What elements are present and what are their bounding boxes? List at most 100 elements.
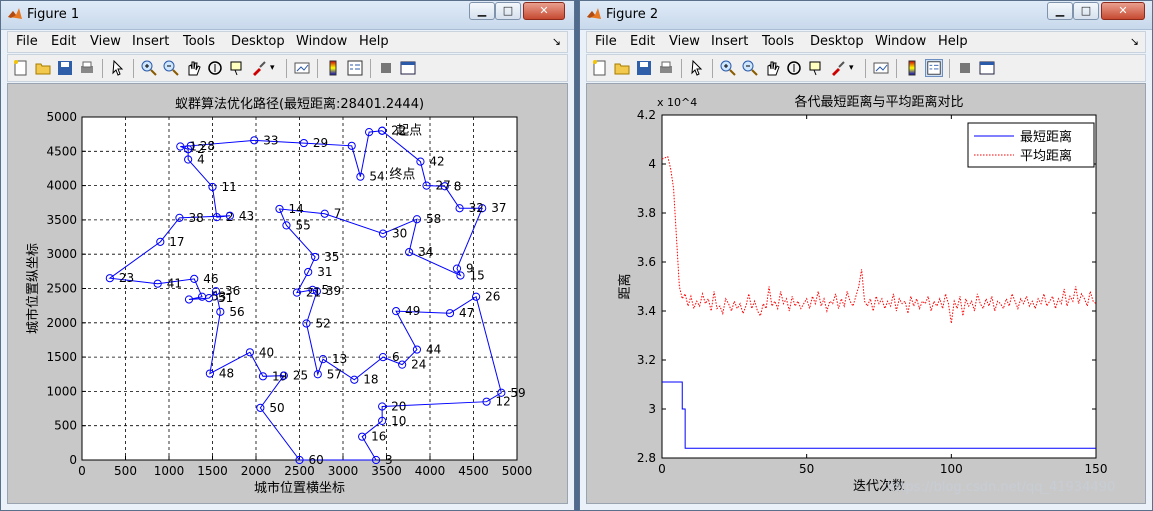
city-label: 29 — [313, 136, 328, 150]
hide-plot-tools-icon[interactable] — [956, 59, 974, 77]
menu-edit[interactable]: Edit — [51, 34, 76, 49]
x-tick-label: 1500 — [197, 464, 228, 478]
close-button[interactable]: ✕ — [523, 2, 565, 20]
city-label: 37 — [491, 201, 506, 215]
save-icon[interactable] — [635, 59, 653, 77]
save-icon[interactable] — [56, 59, 74, 77]
city-label: 52 — [315, 316, 330, 330]
menu-window[interactable]: Window — [296, 34, 347, 49]
city-label: 19 — [272, 369, 287, 383]
new-figure-icon[interactable] — [12, 59, 30, 77]
toolbar-separator — [133, 59, 134, 78]
city-label: 16 — [371, 430, 386, 444]
brush-dropdown-icon[interactable]: ▾ — [270, 59, 278, 77]
toolbar-separator — [712, 59, 713, 78]
open-file-icon[interactable] — [34, 59, 52, 77]
minimize-button[interactable]: ▁ — [1047, 2, 1073, 20]
zoom-out-icon[interactable] — [162, 59, 180, 77]
menu-file[interactable]: File — [16, 34, 38, 49]
figure1-window: Figure 1 ▁ □ ✕ File Edit View Insert Too… — [0, 0, 575, 511]
menu-edit[interactable]: Edit — [630, 34, 655, 49]
brush-icon[interactable] — [829, 59, 847, 77]
city-label: 34 — [418, 245, 433, 259]
print-icon[interactable] — [78, 59, 96, 77]
figure2-toolbar: ▾ — [586, 54, 1146, 82]
menu-insert[interactable]: Insert — [711, 34, 748, 49]
plot-title: 各代最短距离与平均距离对比 — [794, 94, 963, 110]
data-cursor-icon[interactable] — [228, 59, 246, 77]
y-exponent-label: x 10^4 — [657, 96, 697, 109]
new-figure-icon[interactable] — [591, 59, 609, 77]
city-label: 5 — [322, 283, 330, 297]
toolbar-separator — [370, 59, 371, 78]
brush-dropdown-icon[interactable]: ▾ — [849, 59, 857, 77]
hide-plot-tools-icon[interactable] — [377, 59, 395, 77]
toolbar-separator — [681, 59, 682, 78]
show-plot-tools-icon[interactable] — [978, 59, 996, 77]
figure1-title: Figure 1 — [27, 7, 80, 22]
menu-file[interactable]: File — [595, 34, 617, 49]
legend-label: 平均距离 — [1020, 148, 1072, 164]
menu-dock-arrow-icon[interactable]: ↘ — [1130, 35, 1139, 48]
menu-tools[interactable]: Tools — [762, 34, 794, 49]
link-plot-icon[interactable] — [293, 59, 311, 77]
pan-hand-icon[interactable] — [763, 59, 781, 77]
x-tick-label: 4500 — [458, 464, 489, 478]
data-cursor-icon[interactable] — [807, 59, 825, 77]
city-label: 18 — [363, 373, 378, 387]
matlab-logo-icon — [587, 8, 601, 19]
maximize-button[interactable]: □ — [495, 2, 521, 20]
zoom-in-icon[interactable] — [140, 59, 158, 77]
toolbar-separator — [865, 59, 866, 78]
print-icon[interactable] — [657, 59, 675, 77]
y-tick-label: 3.4 — [637, 304, 656, 318]
menu-view[interactable]: View — [669, 34, 700, 49]
y-tick-label: 4.2 — [637, 108, 656, 122]
menu-dock-arrow-icon[interactable]: ↘ — [552, 35, 561, 48]
city-label: 54 — [369, 170, 384, 184]
link-plot-icon[interactable] — [872, 59, 890, 77]
menu-insert[interactable]: Insert — [132, 34, 169, 49]
x-tick-label: 1000 — [154, 464, 185, 478]
show-plot-tools-icon[interactable] — [399, 59, 417, 77]
pan-hand-icon[interactable] — [184, 59, 202, 77]
edit-plot-arrow-icon[interactable] — [109, 59, 127, 77]
rotate-3d-icon[interactable] — [206, 59, 224, 77]
edit-plot-arrow-icon[interactable] — [688, 59, 706, 77]
x-tick-label: 5000 — [502, 464, 533, 478]
city-label: 26 — [485, 290, 500, 304]
city-label: 9 — [466, 262, 474, 276]
legend-icon[interactable] — [925, 59, 943, 77]
menu-desktop[interactable]: Desktop — [810, 34, 864, 49]
minimize-button[interactable]: ▁ — [469, 2, 495, 20]
menu-view[interactable]: View — [90, 34, 121, 49]
colorbar-icon[interactable] — [324, 59, 342, 77]
menu-desktop[interactable]: Desktop — [231, 34, 285, 49]
menu-window[interactable]: Window — [875, 34, 926, 49]
rotate-3d-icon[interactable] — [785, 59, 803, 77]
menu-help[interactable]: Help — [938, 34, 968, 49]
city-label: 50 — [269, 401, 284, 415]
menu-tools[interactable]: Tools — [183, 34, 215, 49]
x-tick-label: 0 — [78, 464, 86, 478]
zoom-in-icon[interactable] — [719, 59, 737, 77]
city-label: 10 — [391, 414, 406, 428]
open-file-icon[interactable] — [613, 59, 631, 77]
legend-icon[interactable] — [346, 59, 364, 77]
close-button[interactable]: ✕ — [1101, 2, 1145, 20]
zoom-out-icon[interactable] — [741, 59, 759, 77]
city-label: 23 — [119, 271, 134, 285]
city-label: 56 — [229, 305, 244, 319]
city-label: 58 — [426, 212, 441, 226]
legend-label: 最短距离 — [1020, 129, 1072, 145]
watermark: https://blog.csdn.net/qq_41934490 — [887, 480, 1116, 495]
figure1-titlebar[interactable]: Figure 1 ▁ □ ✕ — [1, 1, 574, 30]
menu-help[interactable]: Help — [359, 34, 389, 49]
x-axis-label: 城市位置横坐标 — [254, 480, 345, 496]
figure2-titlebar[interactable]: Figure 2 ▁ □ ✕ — [580, 1, 1152, 30]
x-tick-label: 500 — [114, 464, 137, 478]
brush-icon[interactable] — [250, 59, 268, 77]
city-label: 13 — [332, 352, 347, 366]
colorbar-icon[interactable] — [903, 59, 921, 77]
maximize-button[interactable]: □ — [1073, 2, 1099, 20]
